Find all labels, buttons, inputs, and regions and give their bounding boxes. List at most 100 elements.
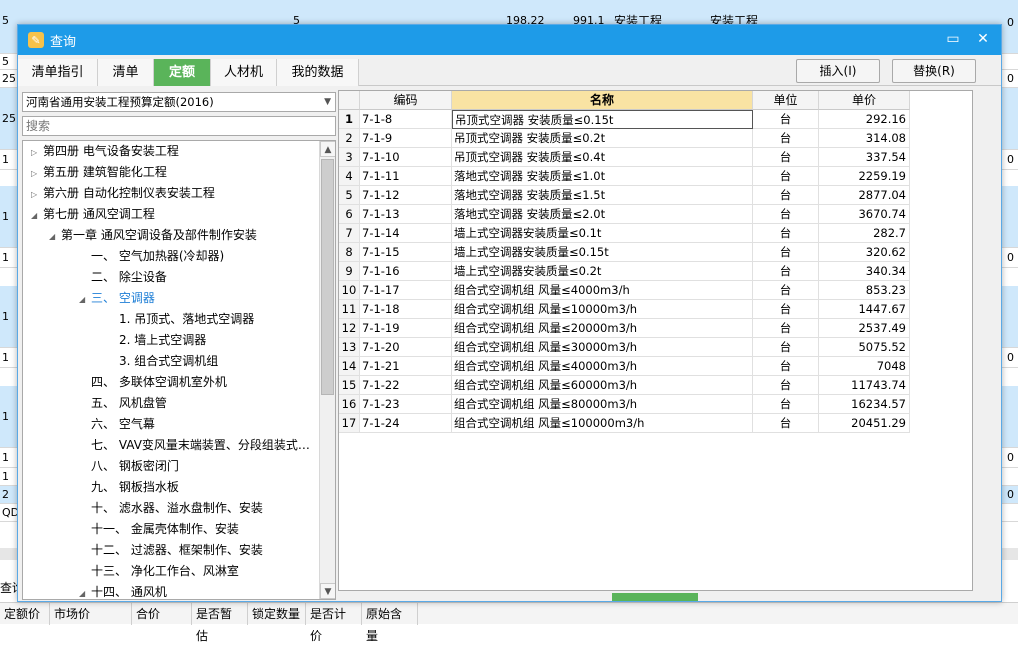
grid-cell-code[interactable]: 7-1-19 bbox=[360, 319, 452, 338]
scroll-up-icon[interactable]: ▲ bbox=[320, 141, 335, 157]
grid-cell-price[interactable]: 11743.74 bbox=[819, 376, 910, 395]
grid-cell-unit[interactable]: 台 bbox=[753, 262, 819, 281]
table-row[interactable]: 1 7-1-8 吊顶式空调器 安装质量≤0.15t 台 292.16 bbox=[339, 110, 910, 129]
grid-cell-unit[interactable]: 台 bbox=[753, 224, 819, 243]
grid-cell-price[interactable]: 7048 bbox=[819, 357, 910, 376]
grid-cell-unit[interactable]: 台 bbox=[753, 395, 819, 414]
grid-cell-unit[interactable]: 台 bbox=[753, 110, 819, 129]
table-row[interactable]: 9 7-1-16 墙上式空调器安装质量≤0.2t 台 340.34 bbox=[339, 262, 910, 281]
grid-cell-unit[interactable]: 台 bbox=[753, 148, 819, 167]
table-row[interactable]: 8 7-1-15 墙上式空调器安装质量≤0.15t 台 320.62 bbox=[339, 243, 910, 262]
collapse-icon[interactable]: ◢ bbox=[49, 226, 61, 247]
grid-cell-price[interactable]: 314.08 bbox=[819, 129, 910, 148]
grid-header-price[interactable]: 单价 bbox=[819, 91, 910, 110]
table-row[interactable]: 12 7-1-19 组合式空调机组 风量≤20000m3/h 台 2537.49 bbox=[339, 319, 910, 338]
tree-node[interactable]: 五、 风机盘管 bbox=[79, 393, 167, 414]
grid-cell-price[interactable]: 337.54 bbox=[819, 148, 910, 167]
grid-cell-name[interactable]: 吊顶式空调器 安装质量≤0.4t bbox=[452, 148, 753, 167]
bg-footer-col[interactable]: 市场价 bbox=[50, 603, 132, 625]
grid-cell-name[interactable]: 组合式空调机组 风量≤100000m3/h bbox=[452, 414, 753, 433]
panel-resize-grip[interactable] bbox=[612, 593, 698, 601]
quota-library-select[interactable]: 河南省通用安装工程预算定额(2016) ▼ bbox=[22, 92, 336, 112]
tree-node[interactable]: 十、 滤水器、溢水盘制作、安装 bbox=[79, 498, 263, 519]
grid-cell-idx[interactable]: 2 bbox=[339, 129, 360, 148]
expand-icon[interactable]: ▷ bbox=[31, 142, 43, 163]
expand-icon[interactable]: ▷ bbox=[31, 163, 43, 184]
dialog-titlebar[interactable]: ✎ 查询 ▭ ✕ bbox=[18, 25, 1001, 55]
grid-cell-code[interactable]: 7-1-16 bbox=[360, 262, 452, 281]
grid-cell-code[interactable]: 7-1-8 bbox=[360, 110, 452, 129]
grid-cell-code[interactable]: 7-1-9 bbox=[360, 129, 452, 148]
table-row[interactable]: 11 7-1-18 组合式空调机组 风量≤10000m3/h 台 1447.67 bbox=[339, 300, 910, 319]
grid-cell-idx[interactable]: 16 bbox=[339, 395, 360, 414]
tab-list-guide[interactable]: 清单指引 bbox=[18, 59, 98, 86]
grid-cell-name[interactable]: 墙上式空调器安装质量≤0.2t bbox=[452, 262, 753, 281]
grid-cell-idx[interactable]: 4 bbox=[339, 167, 360, 186]
table-row[interactable]: 14 7-1-21 组合式空调机组 风量≤40000m3/h 台 7048 bbox=[339, 357, 910, 376]
grid-cell-unit[interactable]: 台 bbox=[753, 281, 819, 300]
grid-cell-name[interactable]: 落地式空调器 安装质量≤1.0t bbox=[452, 167, 753, 186]
grid-cell-price[interactable]: 1447.67 bbox=[819, 300, 910, 319]
grid-cell-name[interactable]: 组合式空调机组 风量≤80000m3/h bbox=[452, 395, 753, 414]
grid-cell-code[interactable]: 7-1-11 bbox=[360, 167, 452, 186]
grid-cell-name[interactable]: 落地式空调器 安装质量≤2.0t bbox=[452, 205, 753, 224]
grid-cell-idx[interactable]: 7 bbox=[339, 224, 360, 243]
grid-cell-name[interactable]: 墙上式空调器安装质量≤0.15t bbox=[452, 243, 753, 262]
table-row[interactable]: 4 7-1-11 落地式空调器 安装质量≤1.0t 台 2259.19 bbox=[339, 167, 910, 186]
grid-cell-unit[interactable]: 台 bbox=[753, 243, 819, 262]
grid-cell-unit[interactable]: 台 bbox=[753, 376, 819, 395]
grid-cell-idx[interactable]: 10 bbox=[339, 281, 360, 300]
table-row[interactable]: 10 7-1-17 组合式空调机组 风量≤4000m3/h 台 853.23 bbox=[339, 281, 910, 300]
grid-cell-name[interactable]: 吊顶式空调器 安装质量≤0.15t bbox=[452, 110, 753, 129]
grid-cell-unit[interactable]: 台 bbox=[753, 186, 819, 205]
tree-node[interactable]: 一、 空气加热器(冷却器) bbox=[79, 246, 224, 267]
grid-cell-price[interactable]: 3670.74 bbox=[819, 205, 910, 224]
grid-cell-name[interactable]: 吊顶式空调器 安装质量≤0.2t bbox=[452, 129, 753, 148]
grid-cell-idx[interactable]: 11 bbox=[339, 300, 360, 319]
grid-cell-idx[interactable]: 14 bbox=[339, 357, 360, 376]
grid-cell-name[interactable]: 组合式空调机组 风量≤60000m3/h bbox=[452, 376, 753, 395]
grid-header-name[interactable]: 名称 bbox=[452, 91, 753, 110]
grid-header-unit[interactable]: 单位 bbox=[753, 91, 819, 110]
table-row[interactable]: 7 7-1-14 墙上式空调器安装质量≤0.1t 台 282.7 bbox=[339, 224, 910, 243]
table-row[interactable]: 15 7-1-22 组合式空调机组 风量≤60000m3/h 台 11743.74 bbox=[339, 376, 910, 395]
tree-node[interactable]: 四、 多联体空调机室外机 bbox=[79, 372, 227, 393]
grid-cell-name[interactable]: 组合式空调机组 风量≤30000m3/h bbox=[452, 338, 753, 357]
grid-cell-idx[interactable]: 9 bbox=[339, 262, 360, 281]
grid-cell-price[interactable]: 292.16 bbox=[819, 110, 910, 129]
grid-cell-code[interactable]: 7-1-10 bbox=[360, 148, 452, 167]
bg-footer-col[interactable]: 是否暂估 bbox=[192, 603, 248, 643]
grid-cell-code[interactable]: 7-1-14 bbox=[360, 224, 452, 243]
tab-my-data[interactable]: 我的数据 bbox=[277, 59, 359, 86]
collapse-icon[interactable]: ◢ bbox=[79, 289, 91, 310]
tree-node[interactable]: ▷ 第六册 自动化控制仪表安装工程 bbox=[31, 183, 215, 204]
scroll-down-icon[interactable]: ▼ bbox=[320, 583, 335, 599]
search-input[interactable]: 搜索 bbox=[22, 116, 336, 136]
grid-cell-price[interactable]: 320.62 bbox=[819, 243, 910, 262]
tab-materials[interactable]: 人材机 bbox=[211, 59, 277, 86]
grid-cell-code[interactable]: 7-1-13 bbox=[360, 205, 452, 224]
bg-footer-col[interactable]: 原始含量 bbox=[362, 603, 418, 643]
tree-node[interactable]: ▷ 第四册 电气设备安装工程 bbox=[31, 141, 179, 162]
tree-node[interactable]: 九、 钢板挡水板 bbox=[79, 477, 179, 498]
tree-node[interactable]: 2. 墙上式空调器 bbox=[107, 330, 206, 351]
table-row[interactable]: 5 7-1-12 落地式空调器 安装质量≤1.5t 台 2877.04 bbox=[339, 186, 910, 205]
grid-cell-unit[interactable]: 台 bbox=[753, 300, 819, 319]
grid-cell-idx[interactable]: 15 bbox=[339, 376, 360, 395]
expand-icon[interactable]: ▷ bbox=[31, 184, 43, 205]
tree-node[interactable]: ◢ 三、 空调器 bbox=[79, 288, 155, 309]
grid-cell-idx[interactable]: 12 bbox=[339, 319, 360, 338]
grid-cell-unit[interactable]: 台 bbox=[753, 205, 819, 224]
grid-header-code[interactable]: 编码 bbox=[360, 91, 452, 110]
scroll-thumb[interactable] bbox=[321, 159, 334, 395]
tree-node[interactable]: 十一、 金属壳体制作、安装 bbox=[79, 519, 239, 540]
tree-node[interactable]: 十二、 过滤器、框架制作、安装 bbox=[79, 540, 263, 561]
collapse-icon[interactable]: ◢ bbox=[79, 583, 91, 599]
grid-cell-idx[interactable]: 5 bbox=[339, 186, 360, 205]
grid-cell-name[interactable]: 落地式空调器 安装质量≤1.5t bbox=[452, 186, 753, 205]
minimize-icon[interactable]: ▭ bbox=[945, 31, 961, 47]
bg-footer-col[interactable]: 定额价 bbox=[0, 603, 50, 625]
grid-cell-name[interactable]: 组合式空调机组 风量≤40000m3/h bbox=[452, 357, 753, 376]
tree-node[interactable]: 八、 钢板密闭门 bbox=[79, 456, 179, 477]
grid-cell-price[interactable]: 853.23 bbox=[819, 281, 910, 300]
